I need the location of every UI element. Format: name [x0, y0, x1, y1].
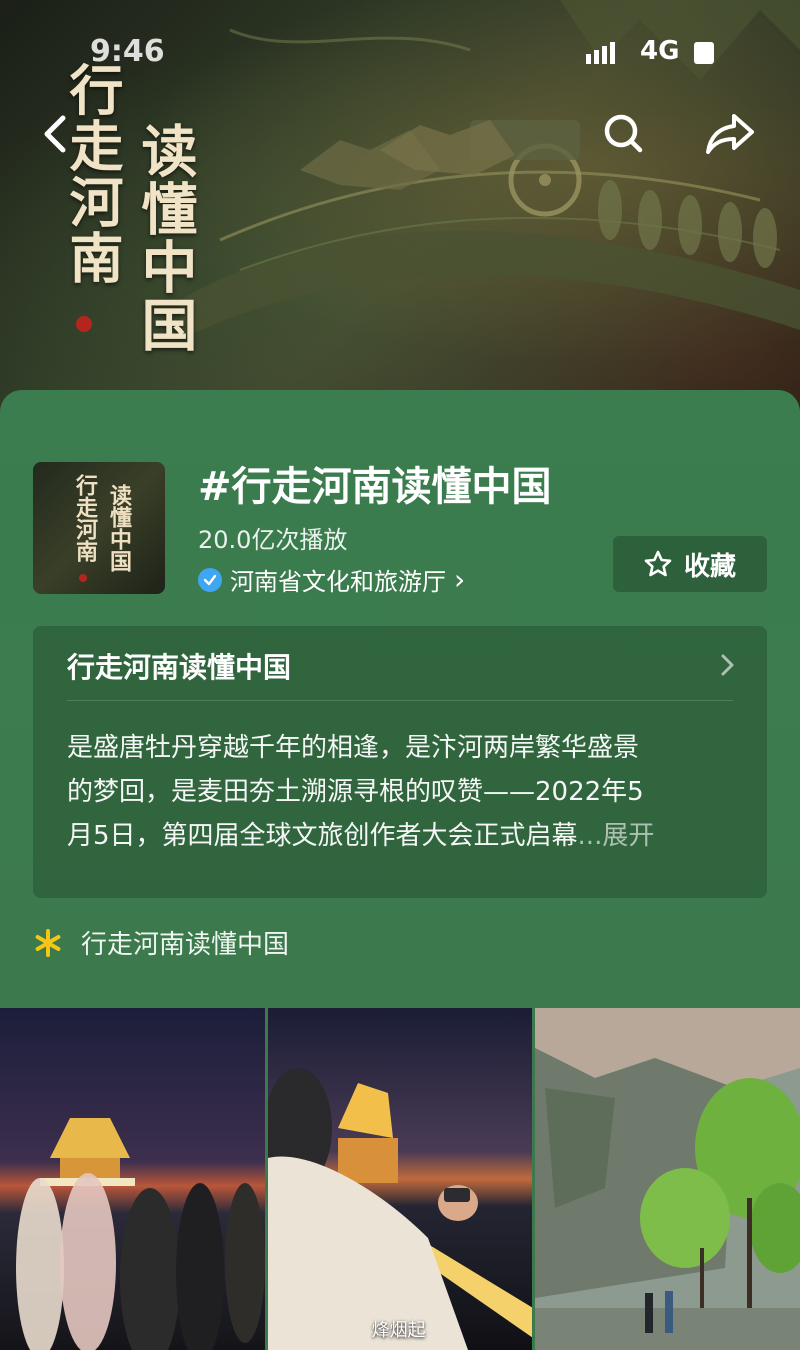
topic-description-card[interactable]: 行走河南读懂中国 是盛唐牡丹穿越千年的相逢，是汴河两岸繁华盛景 的梦回，是麦田夯… [33, 626, 767, 898]
banner-calligraphy-right: 读懂中国 [132, 122, 198, 354]
signal-icon [586, 42, 615, 64]
battery-icon [694, 42, 714, 64]
chevron-right-icon: › [454, 563, 466, 596]
share-button[interactable] [700, 108, 760, 160]
share-arrow-icon [706, 114, 754, 154]
collect-label: 收藏 [683, 551, 736, 582]
topic-cover-thumbnail[interactable]: 行走河南 读懂中国 [33, 462, 165, 594]
network-type: 4G [640, 36, 680, 66]
video-thumbnail[interactable]: 烽烟起 [267, 1008, 533, 1350]
topic-banner: 行走河南 读懂中国 9:46 4G [0, 0, 800, 420]
ellipsis: ... [577, 821, 603, 851]
owner-name: 河南省文化和旅游厅 [230, 568, 446, 596]
red-seal-icon [76, 316, 92, 332]
chevron-right-icon [721, 654, 734, 676]
search-icon [604, 114, 643, 153]
card-heading: 行走河南读懂中国 [67, 651, 292, 684]
video-thumbnail-image [267, 1008, 533, 1350]
expand-link[interactable]: 展开 [602, 821, 654, 851]
chevron-left-icon [44, 115, 66, 153]
status-time: 9:46 [90, 34, 165, 69]
asterisk-icon [35, 928, 61, 957]
thumbnail-calligraphy-left: 行走河南 [72, 474, 98, 562]
video-caption: 烽烟起 [371, 1320, 426, 1341]
description-line: 月5日，第四届全球文旅创作者大会正式启幕...展开 [67, 821, 655, 851]
description-line: 是盛唐牡丹穿越千年的相逢，是汴河两岸繁华盛景 [67, 733, 640, 763]
card-description: 是盛唐牡丹穿越千年的相逢，是汴河两岸繁华盛景 的梦回，是麦田夯土溯源寻根的叹赞—… [67, 726, 733, 858]
divider [67, 700, 733, 701]
topic-tag[interactable]: 行走河南读懂中国 [33, 924, 289, 961]
thumbnail-calligraphy-right: 读懂中国 [106, 484, 132, 572]
video-thumbnail-image [0, 1008, 265, 1350]
red-seal-icon [79, 574, 87, 582]
play-count: 20.0亿次播放 [198, 526, 348, 554]
description-line: 的梦回，是麦田夯土溯源寻根的叹赞——2022年5 [67, 777, 644, 807]
video-thumbnail[interactable] [0, 1008, 265, 1350]
topic-title: #行走河南读懂中国 [198, 464, 552, 510]
collect-button[interactable]: 收藏 [613, 536, 767, 592]
topic-owner-link[interactable]: 河南省文化和旅游厅 › [198, 562, 465, 597]
back-button[interactable] [30, 108, 82, 160]
search-button[interactable] [598, 108, 650, 160]
video-thumbnail[interactable] [535, 1008, 800, 1350]
video-grid: 烽烟起 [0, 1008, 800, 1350]
video-thumbnail-image [535, 1008, 800, 1350]
tag-label: 行走河南读懂中国 [81, 930, 290, 960]
star-icon [644, 550, 672, 577]
verified-check-icon [198, 567, 222, 592]
banner-calligraphy-left: 行走河南 [60, 62, 124, 286]
